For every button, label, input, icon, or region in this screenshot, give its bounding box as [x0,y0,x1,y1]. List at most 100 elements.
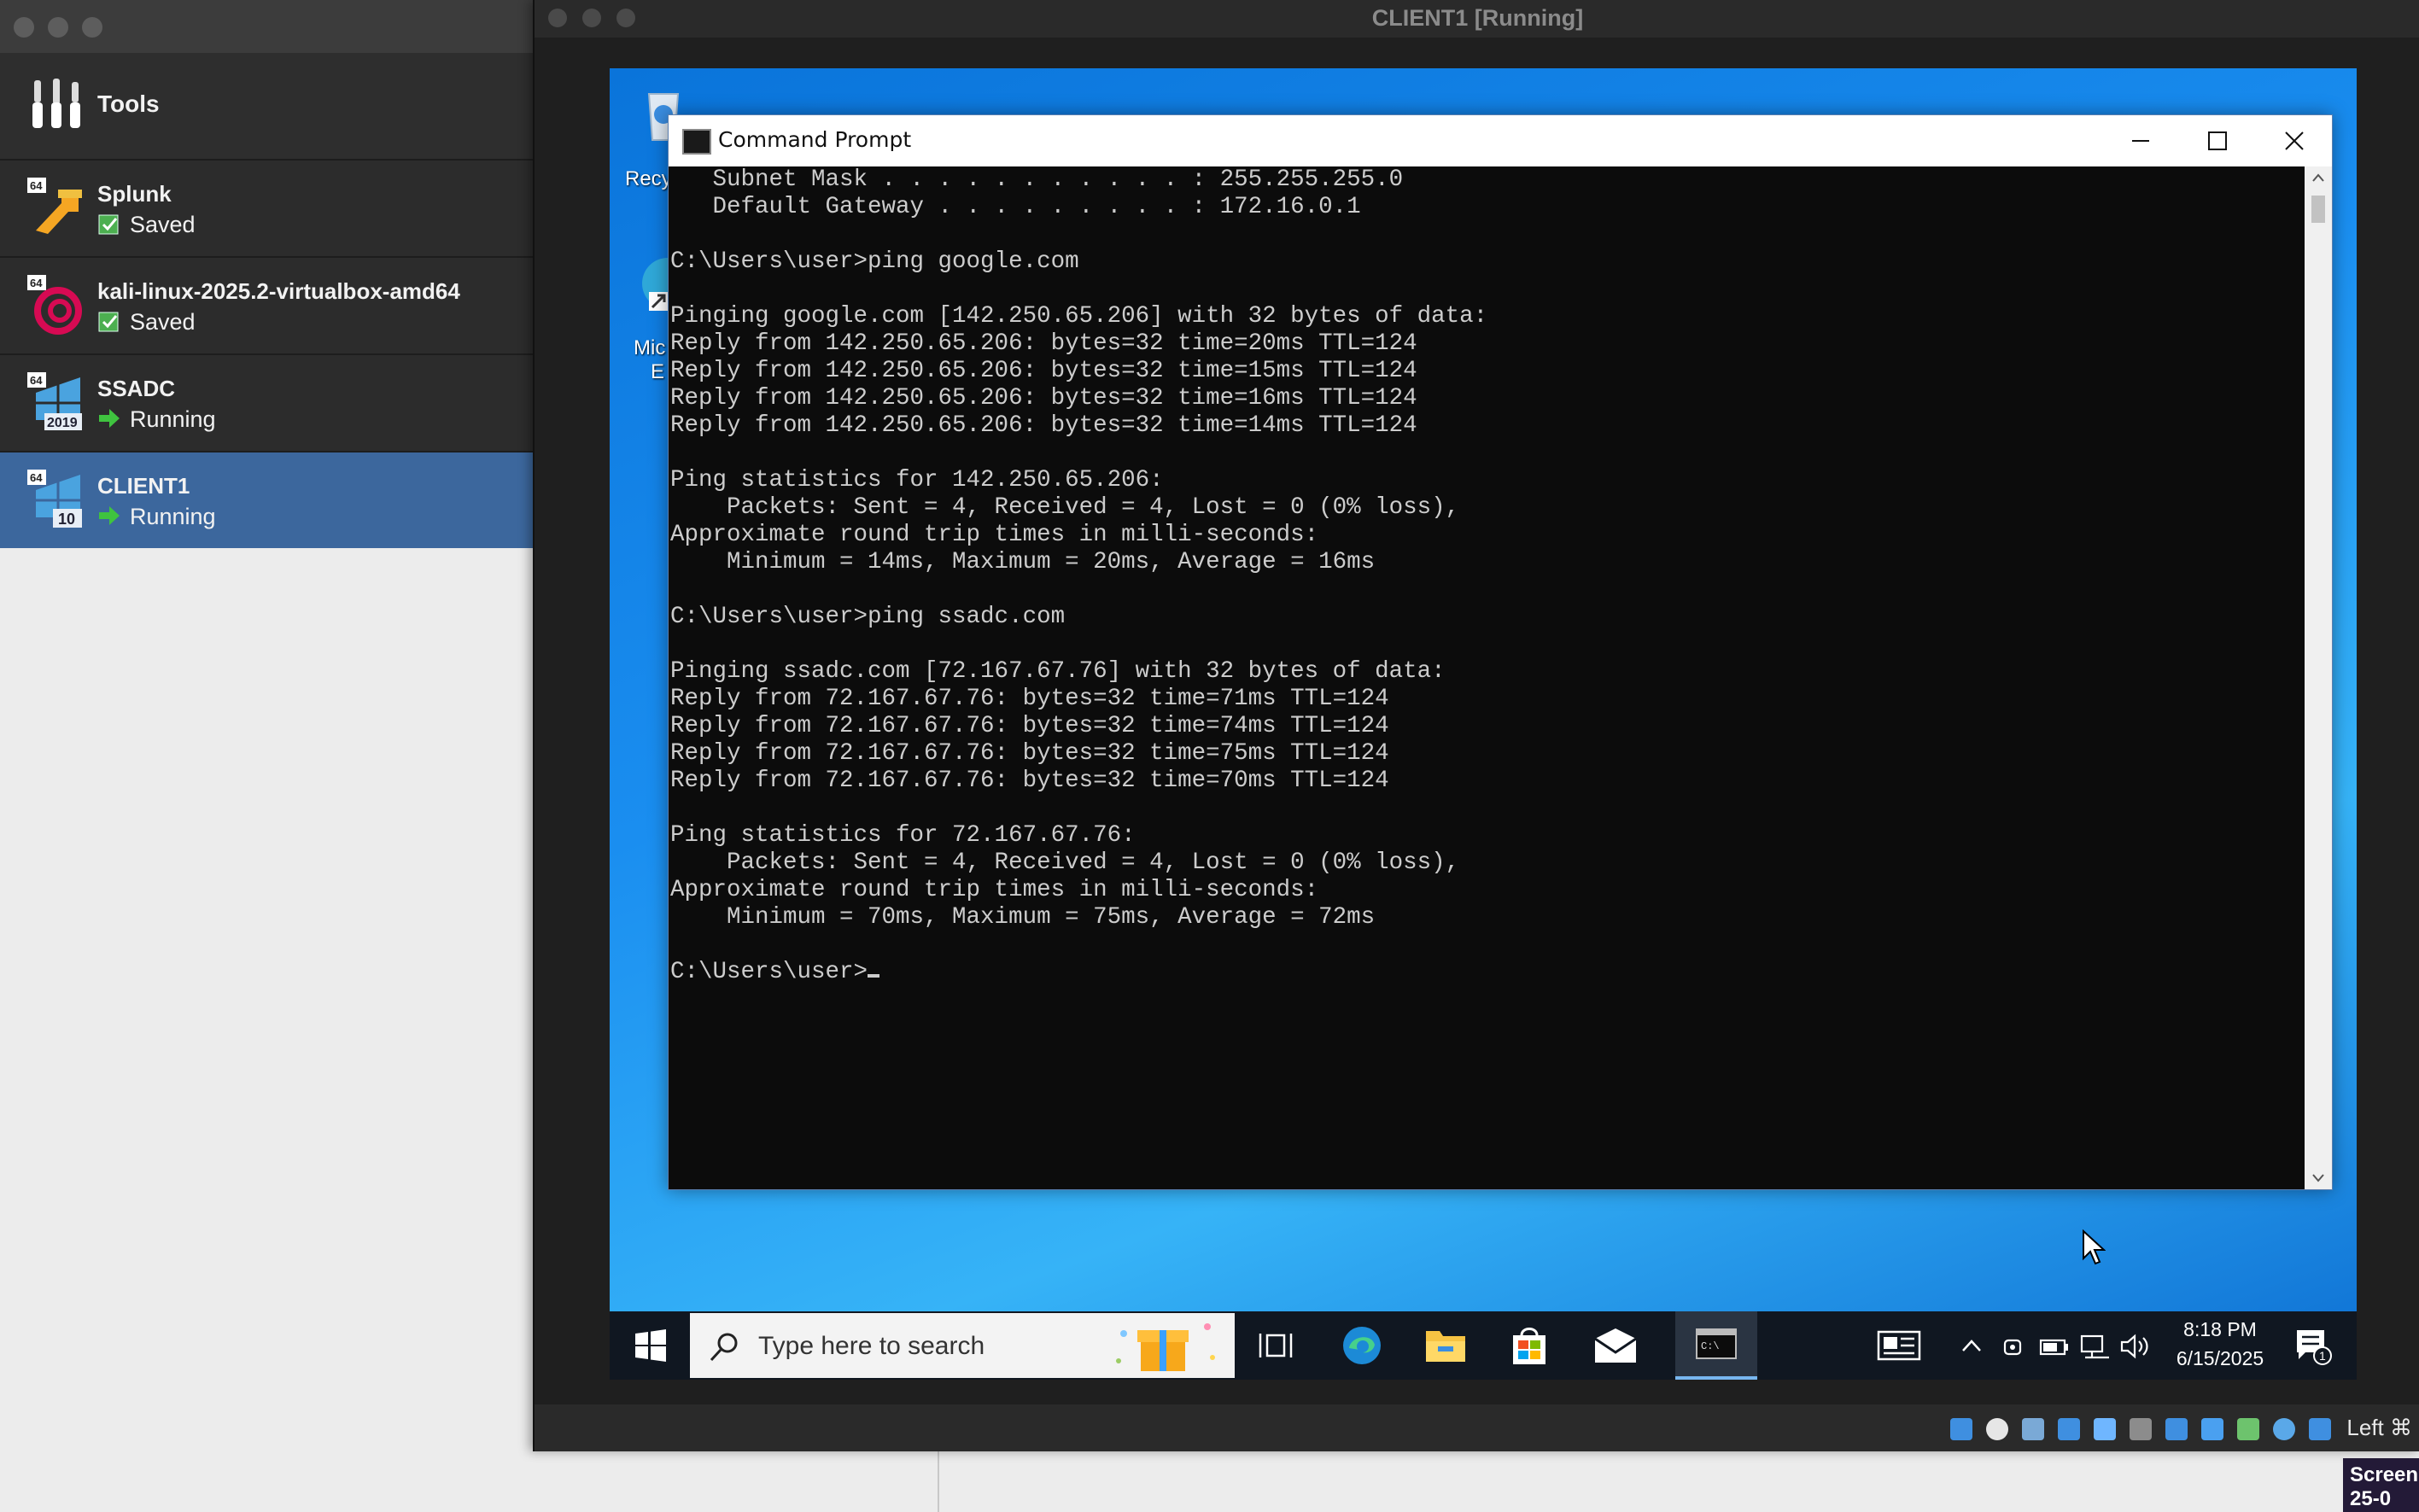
scroll-down-icon[interactable] [2310,1169,2327,1186]
zoom-window-button[interactable] [82,17,102,38]
gift-highlight-icon[interactable] [1107,1315,1226,1376]
edge-label: Mic [634,336,666,359]
mouse-integration-icon[interactable] [2309,1418,2331,1440]
scroll-up-icon[interactable] [2310,170,2327,187]
vm-name: SSADC [97,376,176,401]
clock-time[interactable]: 8:18 PM [2169,1318,2271,1341]
network-adapter-icon[interactable] [2058,1418,2080,1440]
windows-server-icon: 64 2019 [27,372,82,430]
vm-item-ssadc[interactable]: 64 2019 SSADC Running [0,353,535,451]
windows-start-icon[interactable] [634,1328,668,1363]
close-window-button[interactable] [14,17,34,38]
chevron-up-icon[interactable] [1959,1334,1984,1359]
tools-item[interactable]: Tools [0,53,535,159]
usb-icon[interactable] [2094,1418,2116,1440]
manager-titlebar [0,0,535,53]
cmd-taskbar-button[interactable]: C:\ [1675,1311,1757,1380]
hard-disk-icon[interactable] [1986,1418,2008,1440]
console-line: Approximate round trip times in milli-se… [670,522,1319,548]
maximize-icon[interactable] [2178,115,2255,166]
display-icon[interactable] [2165,1418,2188,1440]
vm-item-client1[interactable]: 64 10 CLIENT1 Running [0,451,535,548]
recording-icon[interactable] [2201,1418,2223,1440]
battery-icon[interactable] [2039,1334,2070,1359]
mail-icon[interactable] [1593,1327,1638,1364]
volume-icon[interactable] [2119,1333,2152,1360]
edge-taskbar-icon[interactable] [1341,1324,1383,1367]
host-key-label: Left ⌘ [2346,1415,2412,1440]
vm-list: Tools 64 Splunk Saved 64 kali-linux-2025… [0,53,535,548]
close-icon[interactable] [2255,115,2332,166]
mouse-pointer-icon [2083,1229,2106,1265]
news-widget-icon[interactable] [1877,1328,1921,1363]
cpu-activity-icon[interactable] [2237,1418,2259,1440]
network-icon[interactable] [2080,1333,2111,1360]
svg-text:C:\: C:\ [1701,1340,1720,1352]
console-output[interactable]: Subnet Mask . . . . . . . . . . . : 255.… [669,166,2305,1189]
scroll-thumb[interactable] [2311,196,2325,223]
vm-window: CLIENT1 [Running] Recy Mic E Command Pro… [533,0,2419,1451]
debian-os-icon: 64 [27,275,82,335]
store-icon[interactable] [1510,1325,1549,1366]
vm-name: kali-linux-2025.2-virtualbox-amd64 [97,278,460,304]
console-line: Packets: Sent = 4, Received = 4, Lost = … [727,849,1460,876]
pane-divider [938,1451,939,1512]
minimize-window-button[interactable] [48,17,68,38]
cmd-taskbar-icon: C:\ [1696,1328,1737,1359]
vm-status-bar: Left ⌘ [535,1404,2419,1451]
minimize-icon[interactable] [2101,115,2178,166]
svg-text:2019: 2019 [47,416,78,430]
recycle-bin-label: Recy [625,167,672,190]
console-line: Ping statistics for 142.250.65.206: [670,467,1164,493]
vertical-scrollbar[interactable] [2305,166,2332,1189]
console-line: Reply from 142.250.65.206: bytes=32 time… [670,330,1417,357]
svg-text:64: 64 [30,277,43,289]
vm-name: Splunk [97,181,172,207]
task-view-icon[interactable] [1257,1327,1294,1364]
vm-item-splunk[interactable]: 64 Splunk Saved [0,159,535,256]
vm-title: CLIENT1 [Running] [1371,5,1584,31]
virtualbox-manager: Tools 64 Splunk Saved 64 kali-linux-2025… [0,0,939,1512]
console-line: Reply from 142.250.65.206: bytes=32 time… [670,412,1417,439]
optical-drive-icon[interactable] [1950,1418,1972,1440]
guest-desktop: Recy Mic E Command Prompt Subnet Mask . … [610,68,2357,1380]
splunk-os-icon: 64 [27,178,82,234]
console-line: Ping statistics for 72.167.67.76: [670,822,1136,849]
file-explorer-icon[interactable] [1424,1326,1467,1365]
console-line: Reply from 72.167.67.76: bytes=32 time=7… [670,740,1389,767]
vm-state: Saved [130,309,196,335]
console-line: Pinging google.com [142.250.65.206] with… [670,303,1488,330]
vm-state: Saved [130,212,196,237]
console-line: Approximate round trip times in milli-se… [670,877,1319,903]
guest-additions-icon[interactable] [2273,1418,2295,1440]
svg-text:10: 10 [58,511,75,528]
search-placeholder: Type here to search [758,1332,985,1360]
shared-folders-icon[interactable] [2130,1418,2152,1440]
edge-label-2: E [651,360,665,383]
audio-icon[interactable] [2022,1418,2044,1440]
vm-name: CLIENT1 [97,473,190,499]
notification-count: 1 [2319,1349,2326,1363]
notification-center-icon[interactable]: 1 [2293,1327,2333,1366]
meet-now-icon[interactable] [2000,1332,2025,1361]
windows-taskbar: Type here to search C:\ 8:18 PM 6/15/202… [610,1311,2357,1380]
vm-state: Running [130,504,216,529]
console-line: Subnet Mask . . . . . . . . . . . : 255.… [712,166,1404,193]
tools-icon [32,79,80,128]
saved-icon [98,312,119,332]
console-text: Subnet Mask . . . . . . . . . . . : 255.… [669,166,2305,986]
console-line: Reply from 142.250.65.206: bytes=32 time… [670,385,1417,412]
console-line: Minimum = 70ms, Maximum = 75ms, Average … [727,904,1376,931]
console-prompt: C:\Users\user> [670,959,868,985]
running-arrow-icon [99,506,120,525]
cmd-titlebar[interactable]: Command Prompt [669,115,2332,166]
cmd-title: Command Prompt [718,127,912,152]
command-prompt-window: Command Prompt Subnet Mask . . . . . . .… [668,114,2333,1190]
vm-item-kali[interactable]: 64 kali-linux-2025.2-virtualbox-amd64 Sa… [0,256,535,353]
console-line: Pinging ssadc.com [72.167.67.76] with 32… [670,658,1446,685]
running-arrow-icon [99,409,120,428]
clock-date[interactable]: 6/15/2025 [2164,1347,2276,1370]
taskbar-search-box[interactable]: Type here to search [690,1313,1235,1378]
console-line: Minimum = 14ms, Maximum = 20ms, Average … [727,549,1376,575]
screenshot-thumbnail[interactable]: Screen 25-0 [2343,1458,2419,1512]
